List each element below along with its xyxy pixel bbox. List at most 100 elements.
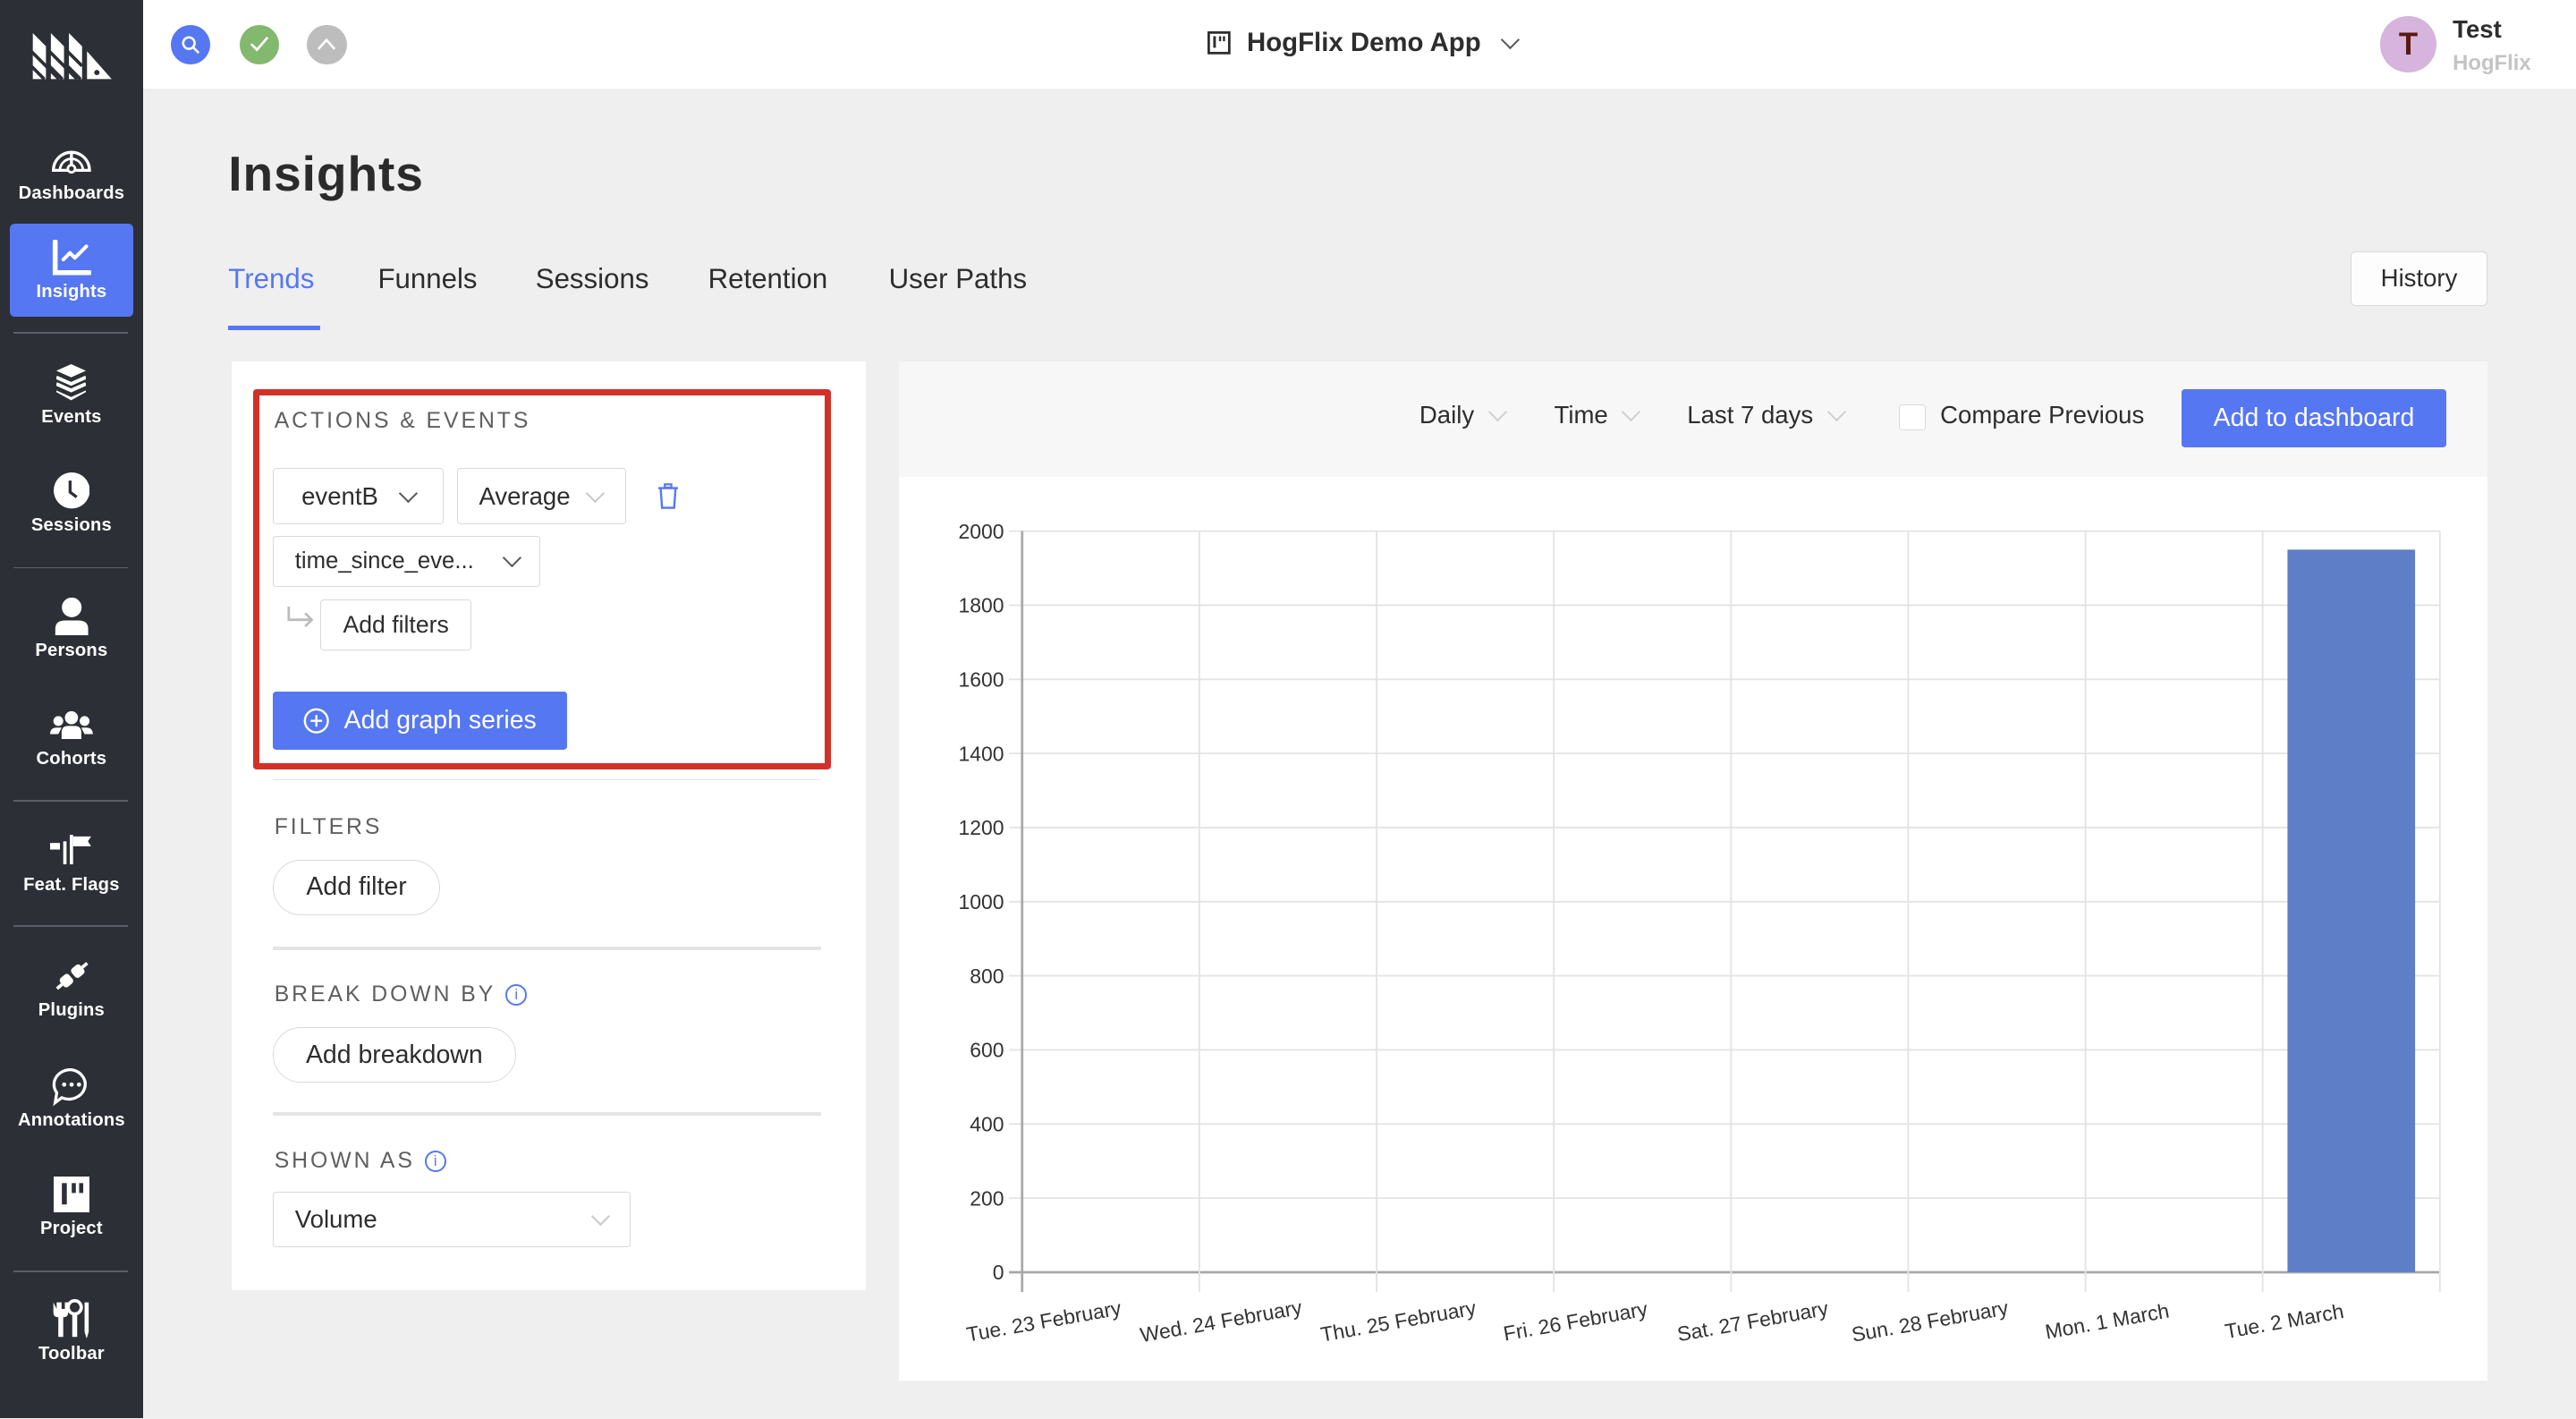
button-label: Add graph series	[343, 705, 537, 735]
y-tick-label: 200	[970, 1186, 1004, 1210]
tab-retention[interactable]: Retention	[708, 263, 828, 295]
dashboard-gauge-icon	[50, 140, 93, 179]
nested-arrow-icon	[287, 606, 314, 627]
person-icon	[50, 596, 93, 636]
breakdown-title: BREAK DOWN BY i	[274, 982, 528, 1007]
y-tick-label: 400	[970, 1112, 1004, 1135]
x-tick-label: Sun. 28 February	[1850, 1296, 2011, 1346]
sidebar-item-label: Insights	[36, 282, 107, 302]
sidebar-item-label: Persons	[35, 640, 108, 660]
chevron-down-icon	[502, 548, 521, 568]
event-value: eventB	[301, 481, 378, 510]
sidebar-divider	[13, 332, 129, 334]
info-icon[interactable]: i	[505, 984, 528, 1007]
sidebar-item-label: Dashboards	[18, 183, 125, 204]
property-select[interactable]: time_since_eve...	[272, 535, 541, 587]
sidebar-item-annotations[interactable]: Annotations	[10, 1051, 133, 1145]
info-icon[interactable]: i	[424, 1150, 446, 1172]
chevron-up-icon	[318, 38, 336, 51]
sidebar-item-events[interactable]: Events	[10, 348, 133, 442]
search-button[interactable]	[171, 24, 211, 64]
interval-select[interactable]: Daily	[1419, 401, 1507, 429]
shown-as-select[interactable]: Volume	[272, 1191, 631, 1248]
trend-chart: 0 200 400 600 800 1000 1200 1400 1600 1800 2000 Tue…	[958, 520, 2441, 1347]
sidebar-item-insights[interactable]: Insights	[10, 223, 133, 318]
y-tick-label: 1200	[958, 816, 1004, 839]
search-icon	[182, 36, 200, 54]
organization-name: HogFlix	[2453, 50, 2531, 75]
sidebar-item-sessions[interactable]: Sessions	[10, 457, 133, 551]
section-label: SHOWN AS	[274, 1148, 415, 1173]
sidebar-item-plugins[interactable]: Plugins	[10, 941, 133, 1035]
tab-user-paths[interactable]: User Paths	[889, 263, 1027, 295]
x-tick-label: Mon. 1 March	[2043, 1298, 2171, 1343]
section-label: FILTERS	[274, 815, 383, 839]
tab-funnels[interactable]: Funnels	[377, 263, 477, 295]
sidebar-item-persons[interactable]: Persons	[10, 582, 133, 676]
sidebar-item-cohorts[interactable]: Cohorts	[10, 690, 133, 784]
property-value: time_since_eve...	[294, 548, 474, 574]
sidebar-item-label: Events	[41, 407, 102, 427]
user-name[interactable]: Test	[2453, 15, 2502, 44]
page-title: Insights	[228, 145, 424, 201]
chevron-down-icon	[585, 483, 605, 503]
section-label: BREAK DOWN BY	[274, 982, 496, 1007]
avatar[interactable]: T	[2380, 16, 2436, 72]
sidebar-item-project[interactable]: Project	[10, 1160, 133, 1254]
y-tick-label: 1600	[958, 667, 1004, 691]
date-range-select[interactable]: Last 7 days	[1687, 401, 1846, 429]
check-icon	[250, 37, 269, 53]
actions-events-title: ACTIONS & EVENTS	[275, 409, 531, 434]
y-tick-label: 1400	[958, 742, 1004, 765]
add-filter-button[interactable]: Add filter	[272, 859, 441, 916]
project-name: HogFlix Demo App	[1247, 28, 1481, 58]
y-tick-label: 1800	[958, 593, 1004, 616]
sidebar-item-toolbar[interactable]: Toolbar	[10, 1285, 133, 1379]
status-ok-button[interactable]	[240, 24, 280, 64]
compare-previous-label[interactable]: Compare Previous	[1940, 401, 2144, 429]
section-divider	[272, 778, 822, 781]
tab-sessions[interactable]: Sessions	[536, 263, 649, 295]
sidebar-divider	[13, 925, 129, 927]
sidebar-item-label: Plugins	[38, 1000, 105, 1021]
add-filters-button[interactable]: Add filters	[320, 599, 472, 651]
chevron-down-icon	[398, 483, 418, 503]
tab-trends[interactable]: Trends	[228, 263, 314, 295]
chevron-down-icon	[1622, 402, 1640, 421]
interval-value: Daily	[1419, 401, 1475, 429]
compare-previous-checkbox[interactable]	[1899, 404, 1926, 431]
add-breakdown-button[interactable]: Add breakdown	[272, 1026, 516, 1083]
add-to-dashboard-button[interactable]: Add to dashboard	[2182, 389, 2446, 447]
y-tick-label: 2000	[958, 520, 1004, 543]
sidebar-item-dashboards[interactable]: Dashboards	[10, 125, 133, 219]
posthog-logo-icon[interactable]	[30, 32, 112, 82]
sidebar: Dashboards Insights Events Sessions Pers…	[0, 0, 143, 1419]
y-tick-label: 1000	[958, 890, 1004, 913]
display-type-select[interactable]: Time	[1554, 401, 1640, 429]
add-graph-series-button[interactable]: Add graph series	[272, 692, 567, 750]
math-select[interactable]: Average	[456, 468, 626, 524]
shown-as-value: Volume	[294, 1204, 377, 1233]
y-tick-label: 800	[970, 964, 1004, 988]
chevron-down-icon	[590, 1206, 610, 1226]
x-tick-label: Sat. 27 February	[1675, 1296, 1830, 1345]
toolbar-toggle-button[interactable]	[307, 24, 347, 64]
shown-as-title: SHOWN AS i	[275, 1149, 446, 1174]
top-bar: HogFlix Demo App T Test HogFlix	[142, 0, 2576, 89]
plug-icon	[50, 956, 93, 995]
display-value: Time	[1554, 401, 1608, 429]
sidebar-item-feature-flags[interactable]: Feat. Flags	[10, 817, 133, 911]
sidebar-item-label: Annotations	[18, 1110, 125, 1131]
chat-bubble-icon	[50, 1066, 93, 1106]
section-divider	[272, 946, 822, 950]
x-tick-label: Wed. 24 February	[1138, 1295, 1303, 1347]
y-tick-label: 0	[992, 1261, 1004, 1284]
sidebar-item-label: Feat. Flags	[23, 875, 120, 896]
trash-icon[interactable]	[657, 483, 679, 509]
project-switcher[interactable]: HogFlix Demo App	[1207, 28, 1521, 58]
history-button[interactable]: History	[2351, 251, 2487, 306]
event-select[interactable]: eventB	[272, 468, 444, 524]
filters-title: FILTERS	[275, 815, 383, 840]
group-icon	[50, 704, 93, 743]
clock-icon	[50, 472, 93, 511]
